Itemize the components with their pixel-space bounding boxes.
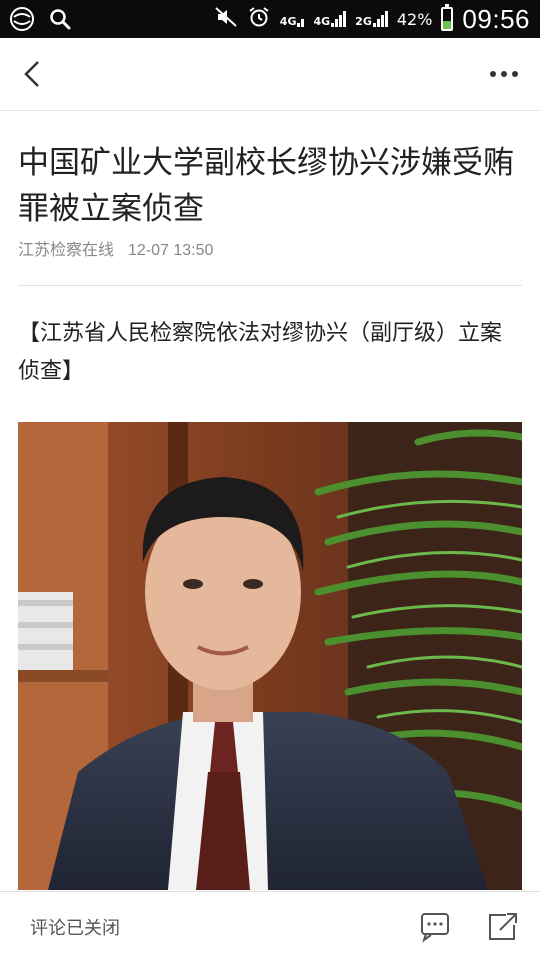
comments-closed-label: 评论已关闭 <box>30 918 120 938</box>
status-bar: 4G 4G 2G 42% 09:56 <box>0 0 540 38</box>
divider <box>18 285 522 286</box>
signal-icon <box>372 11 388 27</box>
mute-icon <box>214 5 238 33</box>
signal-icon <box>297 11 305 27</box>
share-icon <box>489 913 517 940</box>
comment-button[interactable] <box>418 908 454 944</box>
network-indicator-3: 2G <box>355 11 388 27</box>
article-source[interactable]: 江苏检察在线 <box>18 242 114 259</box>
share-button[interactable] <box>484 908 520 944</box>
nav-bar <box>0 38 540 111</box>
article-meta: 江苏检察在线 12-07 13:50 <box>18 236 213 260</box>
battery-icon <box>441 4 454 31</box>
article-date: 12-07 13:50 <box>128 242 214 259</box>
network-indicator-2: 4G <box>313 11 347 27</box>
article-lead: 【江苏省人民检察院依法对缪协兴（副厅级）立案侦查】 <box>18 320 503 383</box>
carrier-logo-icon <box>8 5 36 37</box>
battery-fill <box>443 20 452 29</box>
battery-percent: 42% <box>396 9 433 29</box>
comment-icon <box>421 913 449 943</box>
bottom-bar: 评论已关闭 <box>0 891 540 961</box>
more-button[interactable] <box>486 58 522 90</box>
clock: 09:56 <box>462 3 530 34</box>
signal-icon <box>331 11 347 27</box>
article-title: 中国矿业大学副校长缪协兴涉嫌受贿罪被立案侦查 <box>18 145 514 226</box>
chevron-left-icon <box>24 61 39 87</box>
article-photo[interactable] <box>18 422 522 890</box>
network-indicator-1: 4G <box>280 11 305 27</box>
more-horizontal-icon <box>490 71 518 77</box>
search-icon[interactable] <box>48 7 72 35</box>
back-button[interactable] <box>14 56 50 92</box>
alarm-icon <box>247 5 271 33</box>
